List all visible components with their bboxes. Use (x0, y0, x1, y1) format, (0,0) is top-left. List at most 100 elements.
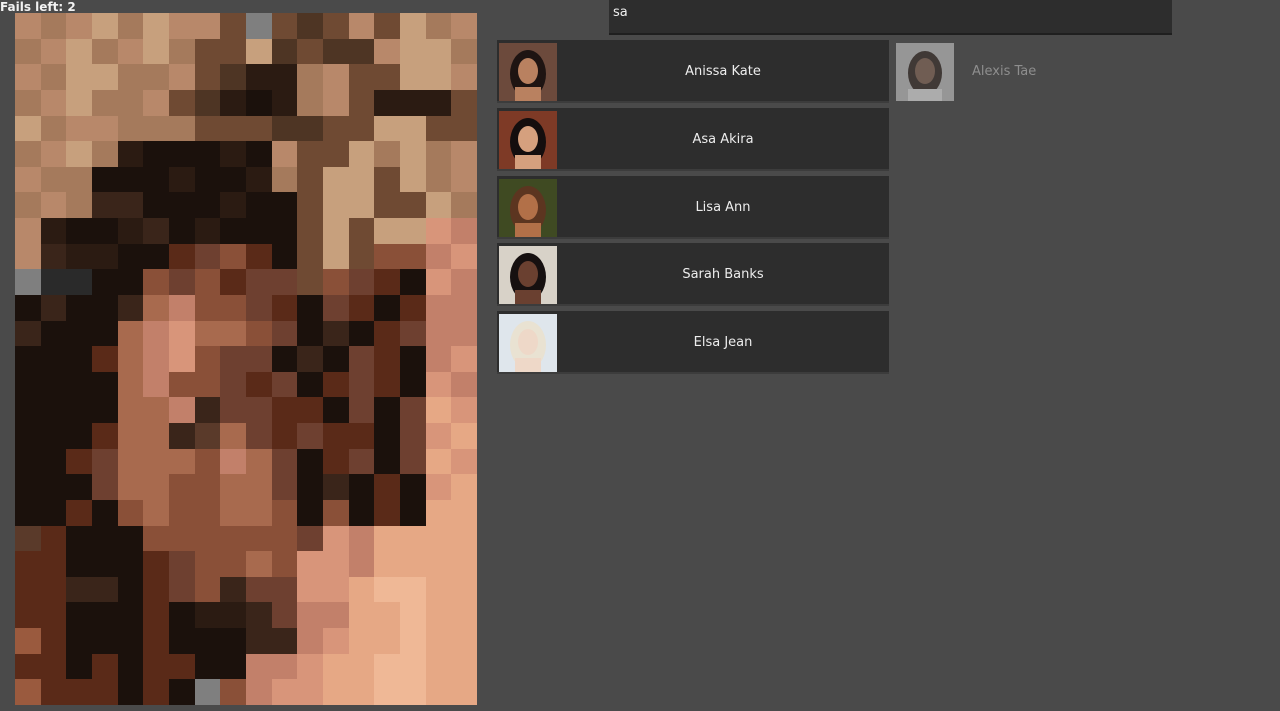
mosaic-tile (297, 166, 323, 193)
mosaic-tile (15, 89, 41, 116)
mosaic-tile (117, 653, 144, 680)
mosaic-tile (425, 38, 452, 65)
mosaic-tile (374, 602, 400, 629)
mosaic-tile (374, 243, 400, 270)
mosaic-tile (374, 38, 400, 65)
mosaic-tile (271, 525, 298, 552)
result-avatar (499, 110, 557, 169)
mosaic-tile (15, 320, 41, 347)
mosaic-tile (143, 628, 169, 654)
mosaic-tile (348, 653, 375, 680)
pixelated-image (15, 13, 477, 705)
mosaic-tile (117, 371, 144, 398)
mosaic-tile (143, 371, 169, 398)
mosaic-tile (168, 64, 195, 90)
mosaic-tile (194, 397, 221, 424)
mosaic-tile (271, 551, 298, 577)
mosaic-tile (40, 192, 67, 219)
mosaic-tile (15, 679, 41, 705)
mosaic-tile (271, 628, 298, 654)
mosaic-tile (66, 474, 92, 500)
result-item[interactable]: Elsa Jean (497, 311, 889, 374)
mosaic-tile (271, 653, 298, 680)
mosaic-tile (297, 243, 323, 270)
mosaic-tile (220, 499, 246, 526)
mosaic-tile (322, 448, 349, 475)
previous-guess-avatar (896, 43, 954, 101)
mosaic-tile (15, 166, 41, 193)
mosaic-tile (66, 166, 92, 193)
mosaic-tile (143, 243, 169, 270)
mosaic-tile (374, 320, 400, 347)
mosaic-tile (451, 38, 477, 65)
mosaic-tile (245, 551, 272, 577)
mosaic-tile (245, 448, 272, 475)
result-name: Elsa Jean (693, 335, 753, 350)
mosaic-tile (40, 294, 67, 321)
mosaic-tile (91, 551, 118, 577)
mosaic-tile (194, 423, 221, 449)
mosaic-tile (245, 371, 272, 398)
mosaic-tile (117, 192, 144, 219)
mosaic-tile (40, 243, 67, 270)
mosaic-tile (451, 653, 477, 680)
mosaic-tile (425, 576, 452, 603)
result-item[interactable]: Asa Akira (497, 107, 889, 171)
mosaic-tile (66, 346, 92, 372)
result-avatar (499, 246, 557, 305)
mosaic-tile (143, 397, 169, 424)
mosaic-tile (194, 64, 221, 90)
mosaic-tile (322, 576, 349, 603)
mosaic-tile (91, 38, 118, 65)
result-item[interactable]: Anissa Kate (497, 40, 889, 103)
mosaic-tile (168, 89, 195, 116)
mosaic-tile (91, 576, 118, 603)
mosaic-tile (91, 218, 118, 244)
mosaic-tile (117, 474, 144, 500)
mosaic-tile (399, 115, 426, 142)
mosaic-tile (322, 141, 349, 167)
mosaic-tile (374, 474, 400, 500)
mosaic-tile (40, 141, 67, 167)
mosaic-tile (66, 115, 92, 142)
result-name: Asa Akira (692, 131, 754, 147)
mosaic-tile (66, 551, 92, 577)
mosaic-tile (322, 525, 349, 552)
mosaic-tile (15, 192, 41, 219)
game-screen: Fails left: 2 sa Anissa Kate Asa Akira Lis… (0, 0, 1280, 711)
mosaic-tile (220, 602, 246, 629)
mosaic-tile (91, 397, 118, 424)
mosaic-tile (322, 474, 349, 500)
mosaic-tile (117, 38, 144, 65)
mosaic-tile (168, 218, 195, 244)
mosaic-tile (143, 576, 169, 603)
mosaic-tile (271, 192, 298, 219)
mosaic-tile (451, 89, 477, 116)
mosaic-tile (245, 602, 272, 629)
mosaic-tile (297, 653, 323, 680)
mosaic-tile (348, 525, 375, 552)
mosaic-tile (91, 243, 118, 270)
mosaic-tile (168, 294, 195, 321)
mosaic-tile (451, 64, 477, 90)
mosaic-tile (143, 218, 169, 244)
mosaic-tile (297, 294, 323, 321)
mosaic-tile (451, 346, 477, 372)
mosaic-tile (220, 474, 246, 500)
result-item[interactable]: Lisa Ann (497, 175, 889, 239)
mosaic-tile (271, 474, 298, 500)
mosaic-tile (399, 576, 426, 603)
result-item[interactable]: Sarah Banks (497, 243, 889, 307)
person-photo-icon (499, 43, 557, 101)
mosaic-tile (168, 141, 195, 167)
mosaic-tile (322, 628, 349, 654)
mosaic-tile (425, 499, 452, 526)
mosaic-tile (168, 628, 195, 654)
mosaic-tile (15, 423, 41, 449)
mosaic-tile (91, 192, 118, 219)
mosaic-tile (374, 13, 400, 39)
mosaic-tile (15, 628, 41, 654)
mosaic-tile (66, 397, 92, 424)
mosaic-tile (245, 294, 272, 321)
search-input[interactable]: sa (609, 0, 1172, 35)
